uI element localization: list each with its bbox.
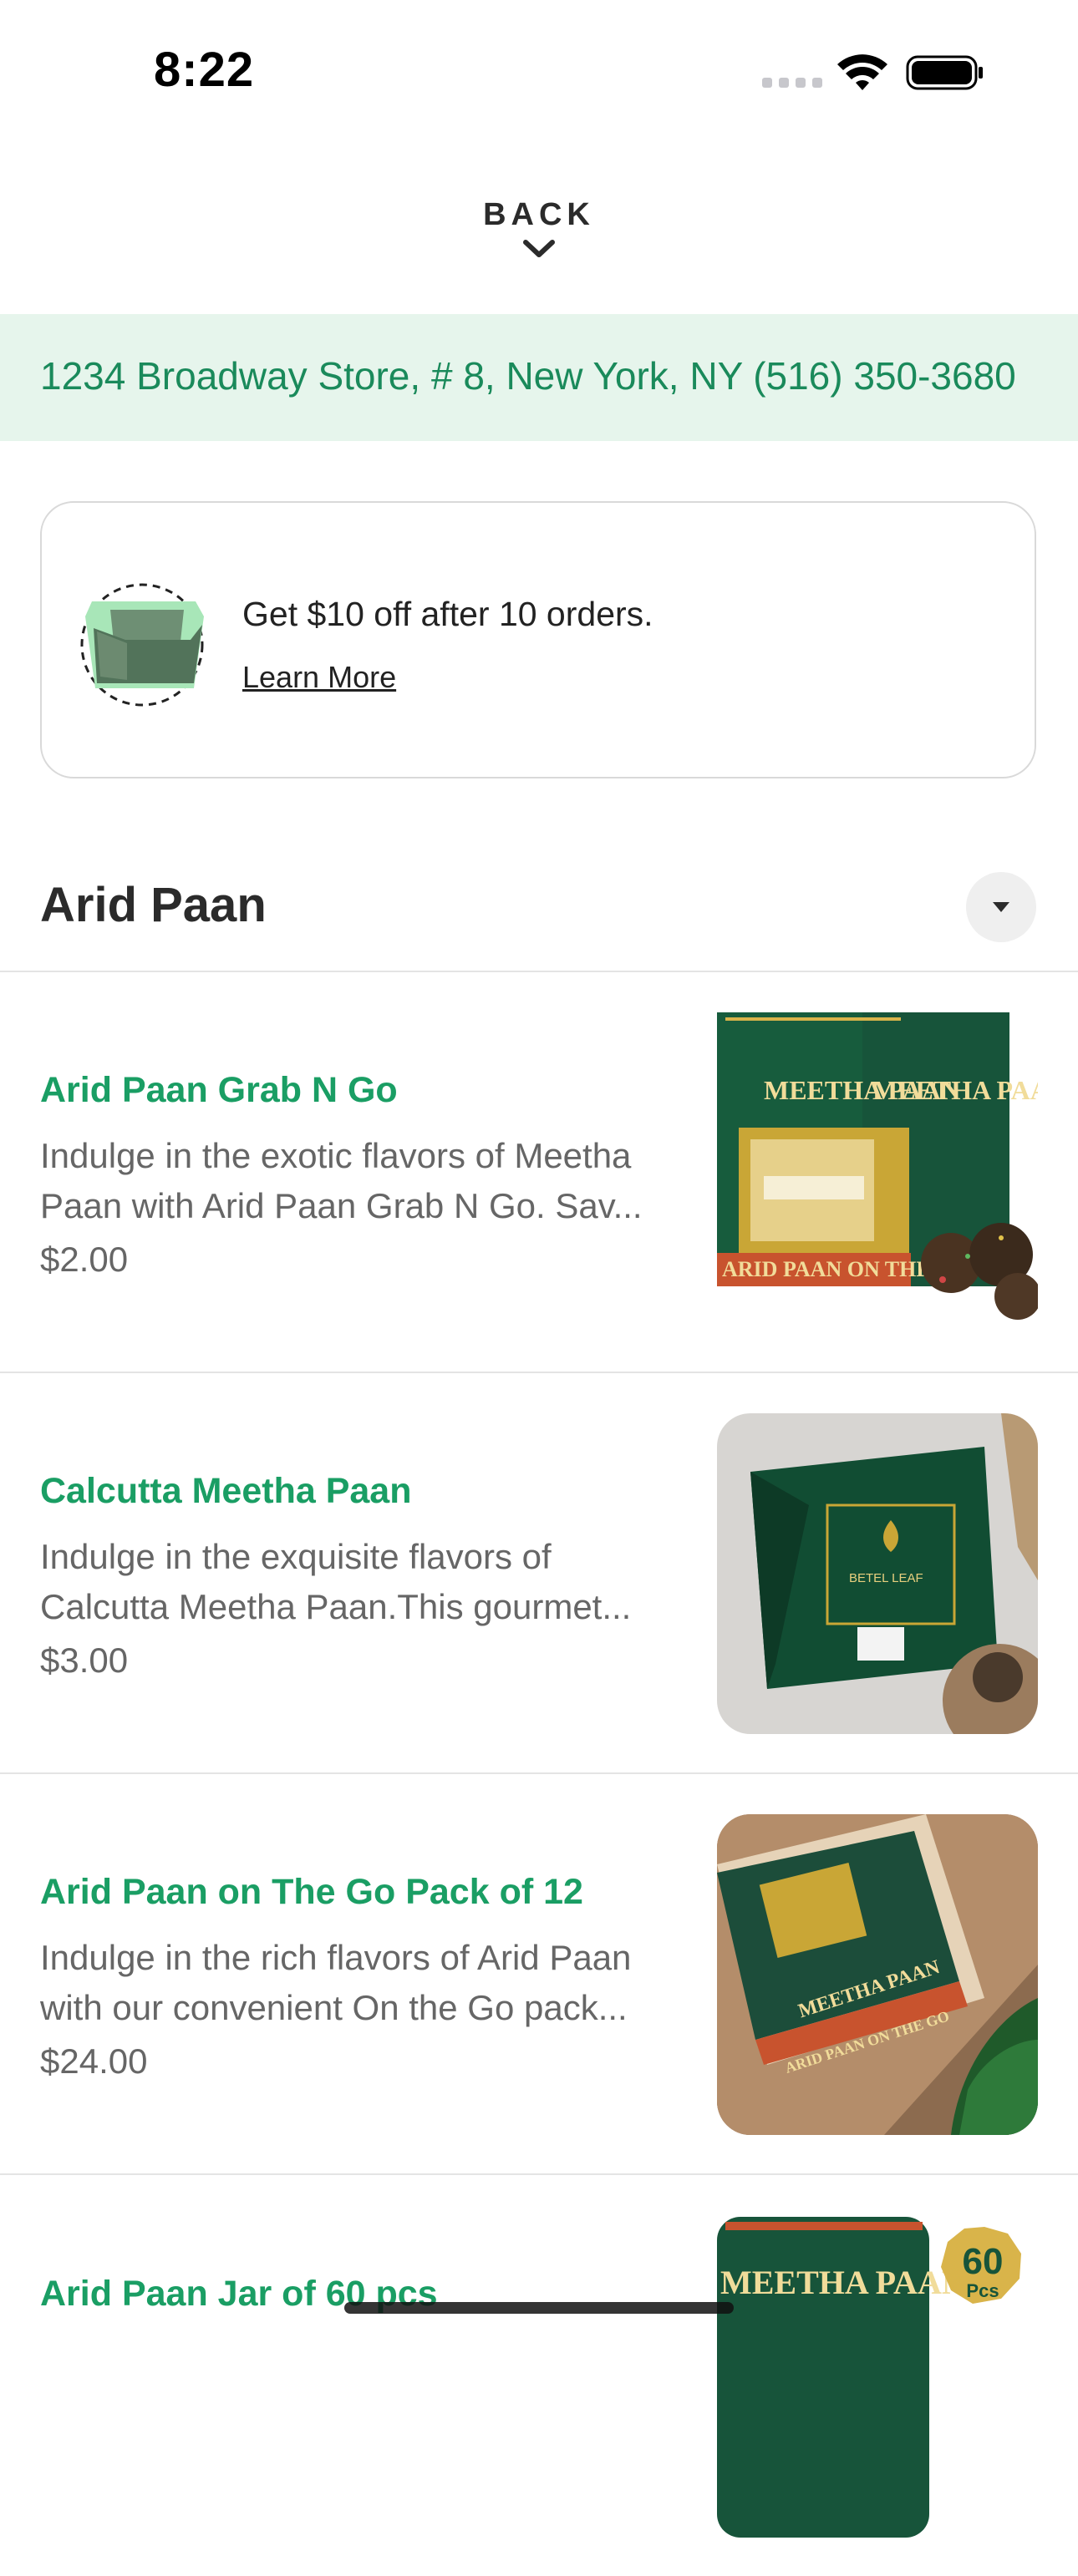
menu-item[interactable]: Arid Paan on The Go Pack of 12 Indulge i…	[0, 1774, 1078, 2175]
item-description: Indulge in the exotic flavors of Meetha …	[40, 1136, 643, 1225]
promo-title: Get $10 off after 10 orders.	[242, 595, 653, 633]
item-image: MEETHA PAAN MEETHA PAAN ARID PAAN ON THE…	[717, 1012, 1038, 1333]
cellular-signal-icon	[762, 78, 822, 89]
learn-more-link[interactable]: Learn More	[242, 660, 396, 695]
svg-text:MEETHA PAAN: MEETHA PAAN	[872, 1075, 1038, 1105]
menu-item[interactable]: Calcutta Meetha Paan Indulge in the exqu…	[0, 1373, 1078, 1774]
status-bar: 8:22	[0, 0, 1078, 142]
item-description: Indulge in the exquisite flavors of Calc…	[40, 1537, 632, 1626]
reward-box-icon	[80, 583, 204, 707]
category-title: Arid Paan	[40, 878, 267, 932]
svg-text:MEETHA PAAN: MEETHA PAAN	[720, 2264, 966, 2301]
store-address-banner: 1234 Broadway Store, # 8, New York, NY (…	[0, 314, 1078, 441]
item-image: MEETHA PAAN 60 Pcs	[717, 2217, 1038, 2538]
item-price: $24.00	[40, 2041, 148, 2081]
category-collapse-button[interactable]	[966, 872, 1036, 942]
menu-item[interactable]: Arid Paan Jar of 60 pcs MEETHA PAAN 60 P…	[0, 2175, 1078, 2576]
item-description: Indulge in the rich flavors of Arid Paan…	[40, 1938, 632, 2027]
item-image: BETEL LEAF	[717, 1413, 1038, 1734]
home-indicator[interactable]	[344, 2302, 734, 2314]
store-address: 1234 Broadway Store, # 8, New York, NY (…	[40, 354, 1016, 398]
wifi-icon	[837, 54, 887, 90]
svg-text:Pcs: Pcs	[966, 2280, 999, 2301]
chevron-down-icon	[523, 240, 555, 257]
rewards-promo-card: Get $10 off after 10 orders. Learn More	[40, 501, 1036, 778]
caret-down-icon	[993, 902, 1009, 912]
menu-item[interactable]: Arid Paan Grab N Go Indulge in the exoti…	[0, 972, 1078, 1373]
svg-text:60: 60	[963, 2241, 1004, 2282]
item-price: $3.00	[40, 1640, 129, 1680]
item-name: Arid Paan Grab N Go	[40, 1070, 398, 1110]
svg-text:BETEL LEAF: BETEL LEAF	[849, 1571, 923, 1585]
item-image: MEETHA PAAN ARID PAAN ON THE GO	[717, 1814, 1038, 2135]
item-name: Calcutta Meetha Paan	[40, 1471, 412, 1511]
item-price: $2.00	[40, 1240, 129, 1279]
back-button[interactable]: BACK	[455, 197, 623, 281]
item-name: Arid Paan on The Go Pack of 12	[40, 1872, 583, 1912]
status-time: 8:22	[154, 43, 255, 97]
battery-icon	[906, 55, 983, 90]
back-label: BACK	[483, 197, 595, 232]
